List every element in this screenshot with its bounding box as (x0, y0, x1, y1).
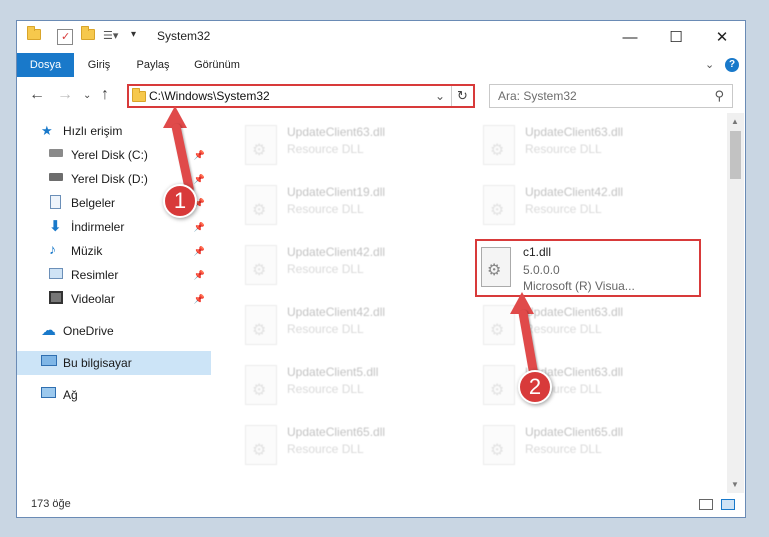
dll-file-icon (245, 245, 277, 285)
sidebar-item-videos[interactable]: Videolar 📌 (17, 287, 211, 311)
close-button[interactable]: ✕ (699, 21, 745, 53)
refresh-icon[interactable]: ↻ (451, 86, 473, 106)
file-version: 5.0.0.0 (523, 263, 560, 277)
sidebar-item-downloads[interactable]: ⬇ İndirmeler 📌 (17, 215, 211, 239)
back-arrow-icon[interactable]: ← (29, 86, 45, 104)
list-item[interactable]: UpdateClient19.dll Resource DLL (237, 177, 467, 233)
properties-icon[interactable]: ✓ (57, 29, 73, 45)
pin-icon[interactable]: 📌 (194, 174, 205, 185)
pin-icon[interactable]: 📌 (194, 294, 205, 305)
expand-ribbon-icon[interactable]: ⌄ (705, 58, 714, 71)
step-badge-2: 2 (518, 370, 552, 404)
list-item[interactable]: UpdateClient42.dll Resource DLL (475, 177, 705, 233)
maximize-button[interactable]: ☐ (653, 21, 699, 53)
forward-arrow-icon[interactable]: → (57, 86, 73, 104)
scrollbar-thumb[interactable] (730, 131, 741, 179)
recent-locations-icon[interactable]: ⌄ (83, 90, 91, 101)
document-icon (50, 195, 61, 209)
pin-icon[interactable]: 📌 (194, 270, 205, 281)
list-item[interactable]: UpdateClient63.dll Resource DLL (237, 117, 467, 173)
dll-file-icon (245, 185, 277, 225)
chevron-down-icon[interactable]: ▾ (131, 29, 147, 45)
status-bar: 173 öğe (17, 493, 745, 517)
file-name: c1.dll (523, 245, 552, 259)
scroll-up-icon[interactable]: ▲ (731, 117, 739, 126)
sidebar-item-onedrive[interactable]: ☁ OneDrive (17, 319, 211, 343)
tab-share[interactable]: Paylaş (129, 53, 177, 77)
large-icons-view-icon[interactable] (721, 499, 735, 510)
search-icon[interactable]: ⚲ (714, 88, 724, 104)
file-list: UpdateClient63.dll Resource DLL UpdateCl… (223, 113, 727, 493)
dll-file-icon (483, 425, 515, 465)
pin-icon[interactable]: 📌 (194, 150, 205, 161)
up-arrow-icon[interactable]: ↑ (101, 86, 109, 104)
help-icon[interactable]: ? (725, 58, 739, 72)
address-row: ← → ⌄ ↑ C:\Windows\System32 ⌄ ↻ Ara: Sys… (17, 79, 745, 113)
pin-icon[interactable]: 📌 (194, 222, 205, 233)
scroll-down-icon[interactable]: ▼ (731, 480, 739, 489)
window-title: System32 (157, 29, 211, 43)
ribbon-tabs: Dosya Giriş Paylaş Görünüm ⌄ ? (17, 53, 745, 77)
file-company: Microsoft (R) Visua... (523, 279, 635, 293)
details-view-icon[interactable] (699, 499, 713, 510)
dll-file-icon: ⚙ (481, 247, 511, 287)
sidebar-item-network[interactable]: Ağ (17, 383, 211, 407)
list-item[interactable]: UpdateClient63.dll Resource DLL (475, 117, 705, 173)
tab-view[interactable]: Görünüm (187, 53, 247, 77)
address-dropdown-icon[interactable]: ⌄ (435, 89, 445, 103)
music-icon: ♪ (49, 241, 56, 257)
picture-icon (49, 268, 63, 279)
new-folder-icon[interactable] (81, 26, 97, 45)
sidebar-item-pictures[interactable]: Resimler 📌 (17, 263, 211, 287)
step-badge-1: 1 (163, 184, 197, 218)
tab-file[interactable]: Dosya (17, 53, 74, 77)
minimize-button[interactable]: — (607, 21, 653, 53)
dll-file-icon (245, 425, 277, 465)
title-bar: ✓ ☰▾ ▾ System32 — ☐ ✕ (17, 21, 745, 53)
list-item[interactable]: UpdateClient5.dll Resource DLL (237, 357, 467, 413)
dll-file-icon (245, 305, 277, 345)
sidebar-item-music[interactable]: ♪ Müzik 📌 (17, 239, 211, 263)
dll-file-icon (245, 125, 277, 165)
folder-icon (132, 88, 146, 105)
dll-file-icon (483, 365, 515, 405)
cloud-icon: ☁ (41, 322, 56, 339)
video-icon (49, 291, 63, 304)
search-placeholder: Ara: System32 (498, 89, 577, 103)
address-bar[interactable]: C:\Windows\System32 ⌄ ↻ (127, 84, 475, 108)
explorer-window: ✓ ☰▾ ▾ System32 — ☐ ✕ Dosya Giriş Paylaş… (16, 20, 746, 518)
computer-icon (41, 355, 57, 366)
list-item[interactable]: UpdateClient42.dll Resource DLL (237, 297, 467, 353)
search-input[interactable]: Ara: System32 ⚲ (489, 84, 733, 108)
item-count: 173 öğe (31, 498, 71, 510)
address-path: C:\Windows\System32 (149, 89, 270, 103)
dll-file-icon (245, 365, 277, 405)
folder-icon (27, 26, 43, 45)
drive-icon (49, 149, 63, 157)
vertical-scrollbar[interactable]: ▲ ▼ (727, 113, 744, 493)
dll-file-icon (483, 185, 515, 225)
customize-quick-access-icon[interactable]: ☰▾ (103, 29, 119, 45)
network-icon (41, 387, 56, 398)
list-item[interactable]: UpdateClient42.dll Resource DLL (237, 237, 467, 293)
pin-icon[interactable]: 📌 (194, 246, 205, 257)
star-icon: ★ (41, 123, 53, 138)
list-item[interactable]: UpdateClient65.dll Resource DLL (475, 417, 705, 473)
drive-icon (49, 173, 63, 181)
list-item[interactable]: UpdateClient65.dll Resource DLL (237, 417, 467, 473)
highlighted-file-item[interactable]: ⚙ c1.dll 5.0.0.0 Microsoft (R) Visua... (475, 239, 701, 297)
tab-home[interactable]: Giriş (79, 53, 119, 77)
sidebar-item-this-pc[interactable]: Bu bilgisayar (17, 351, 211, 375)
dll-file-icon (483, 125, 515, 165)
list-item[interactable]: UpdateClient63.dll Resource DLL (475, 357, 705, 413)
download-icon: ⬇ (49, 218, 62, 235)
